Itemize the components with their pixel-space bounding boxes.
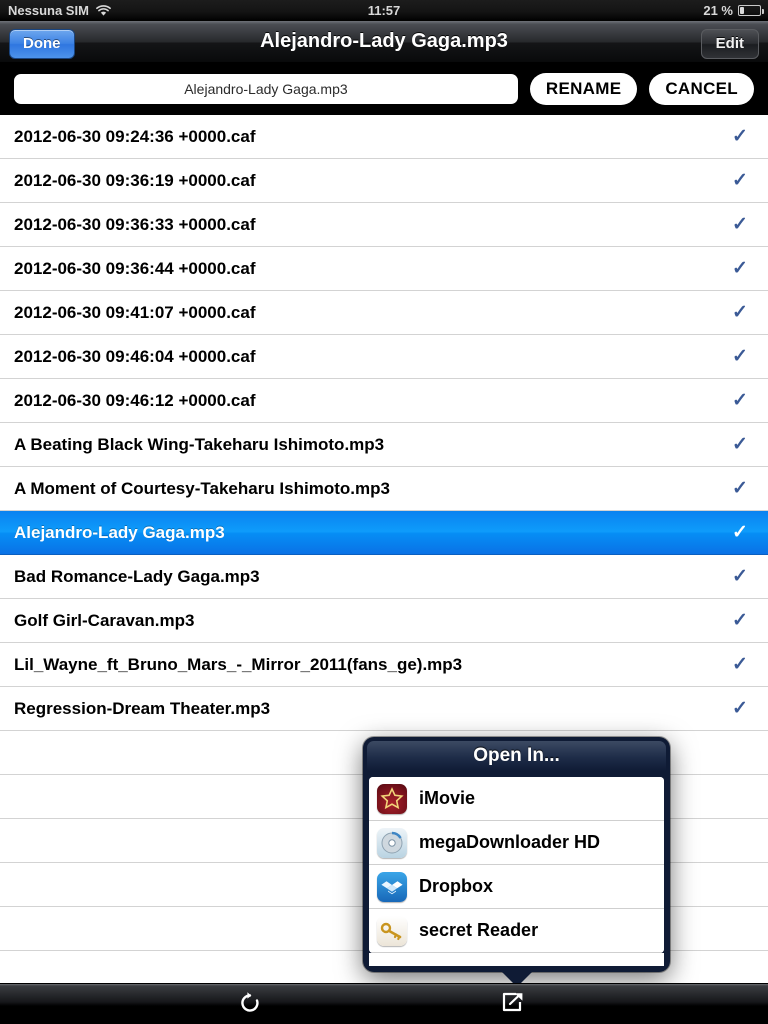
checkmark-icon[interactable]: ✓ — [726, 521, 754, 544]
table-row[interactable]: 2012-06-30 09:41:07 +0000.caf ✓ — [0, 291, 768, 335]
file-name-label: 2012-06-30 09:46:04 +0000.caf — [14, 346, 256, 366]
checkmark-icon[interactable]: ✓ — [726, 697, 754, 720]
file-name-label: 2012-06-30 09:41:07 +0000.caf — [14, 302, 256, 322]
rename-input[interactable]: Alejandro-Lady Gaga.mp3 — [14, 74, 518, 104]
file-name-label: Regression-Dream Theater.mp3 — [14, 698, 271, 718]
battery-icon — [738, 5, 764, 16]
refresh-button[interactable] — [220, 984, 280, 1024]
navigation-bar: Done Alejandro-Lady Gaga.mp3 Edit — [0, 21, 768, 63]
checkmark-icon[interactable]: ✓ — [726, 389, 754, 412]
clock-label: 11:57 — [367, 3, 401, 18]
popover-item-label: secret Reader — [419, 920, 539, 940]
share-icon — [501, 991, 525, 1018]
checkmark-icon[interactable]: ✓ — [726, 169, 754, 192]
checkmark-icon[interactable]: ✓ — [726, 213, 754, 236]
file-name-label: 2012-06-30 09:46:12 +0000.caf — [14, 390, 256, 410]
battery-percent-label: 21 % — [703, 3, 733, 18]
file-name-label: 2012-06-30 09:24:36 +0000.caf — [14, 126, 256, 146]
open-in-popover: Open In... iMovie megaDownloader HD Dropbo… — [363, 737, 670, 987]
table-row[interactable]: A Beating Black Wing-Takeharu Ishimoto.m… — [0, 423, 768, 467]
file-name-label: A Moment of Courtesy-Takeharu Ishimoto.m… — [14, 478, 390, 498]
popover-item-label: megaDownloader HD — [419, 832, 601, 852]
file-name-label: 2012-06-30 09:36:33 +0000.caf — [14, 214, 256, 234]
file-name-label: 2012-06-30 09:36:44 +0000.caf — [14, 258, 256, 278]
dropbox-app-icon — [377, 871, 407, 902]
bottom-toolbar — [0, 983, 768, 1024]
ipad-screen: Nessuna SIM 11:57 21 % Done Alejandro-La… — [0, 0, 768, 1024]
table-row[interactable]: A Moment of Courtesy-Takeharu Ishimoto.m… — [0, 467, 768, 511]
checkmark-icon[interactable]: ✓ — [726, 477, 754, 500]
checkmark-icon[interactable]: ✓ — [726, 433, 754, 456]
popover-list-item[interactable]: Dropbox — [369, 865, 664, 909]
popover-item-label: iMovie — [419, 788, 476, 808]
checkmark-icon[interactable]: ✓ — [726, 125, 754, 148]
table-row[interactable]: Regression-Dream Theater.mp3 ✓ — [0, 687, 768, 731]
table-row[interactable]: 2012-06-30 09:36:19 +0000.caf ✓ — [0, 159, 768, 203]
checkmark-icon[interactable]: ✓ — [726, 345, 754, 368]
popover-title: Open In... — [367, 741, 666, 771]
table-row[interactable]: Golf Girl-Caravan.mp3 ✓ — [0, 599, 768, 643]
popover-item-label: Dropbox — [419, 876, 493, 896]
table-row[interactable]: 2012-06-30 09:36:33 +0000.caf ✓ — [0, 203, 768, 247]
share-button[interactable] — [483, 984, 543, 1024]
rename-button[interactable]: RENAME — [529, 73, 638, 105]
table-row[interactable]: Lil_Wayne_ft_Bruno_Mars_-_Mirror_2011(fa… — [0, 643, 768, 687]
checkmark-icon[interactable]: ✓ — [726, 257, 754, 280]
table-row[interactable]: 2012-06-30 09:46:04 +0000.caf ✓ — [0, 335, 768, 379]
file-name-label: Lil_Wayne_ft_Bruno_Mars_-_Mirror_2011(fa… — [14, 654, 463, 674]
table-row[interactable]: Bad Romance-Lady Gaga.mp3 ✓ — [0, 555, 768, 599]
file-name-label: 2012-06-30 09:36:19 +0000.caf — [14, 170, 256, 190]
file-name-label: A Beating Black Wing-Takeharu Ishimoto.m… — [14, 434, 385, 454]
status-bar: Nessuna SIM 11:57 21 % — [0, 0, 768, 21]
table-row[interactable]: Alejandro-Lady Gaga.mp3 ✓ — [0, 511, 768, 555]
table-row[interactable]: 2012-06-30 09:46:12 +0000.caf ✓ — [0, 379, 768, 423]
table-row[interactable]: 2012-06-30 09:36:44 +0000.caf ✓ — [0, 247, 768, 291]
popover-list-item[interactable]: secret Reader — [369, 909, 664, 953]
checkmark-icon[interactable]: ✓ — [726, 301, 754, 324]
popover-list-item[interactable]: megaDownloader HD — [369, 821, 664, 865]
secret-reader-app-icon — [377, 915, 407, 946]
status-bar-right: 21 % — [703, 3, 764, 18]
megadownloader-app-icon — [377, 827, 407, 858]
popover-list-item[interactable]: iMovie — [369, 777, 664, 821]
edit-button[interactable]: Edit — [700, 29, 759, 59]
cancel-button[interactable]: CANCEL — [649, 73, 754, 105]
checkmark-icon[interactable]: ✓ — [726, 653, 754, 676]
checkmark-icon[interactable]: ✓ — [726, 609, 754, 632]
file-name-label: Bad Romance-Lady Gaga.mp3 — [14, 566, 260, 586]
file-name-label: Golf Girl-Caravan.mp3 — [14, 610, 195, 630]
table-row[interactable]: 2012-06-30 09:24:36 +0000.caf ✓ — [0, 115, 768, 159]
page-title: Alejandro-Lady Gaga.mp3 — [260, 30, 508, 52]
checkmark-icon[interactable]: ✓ — [726, 565, 754, 588]
imovie-app-icon — [377, 783, 407, 814]
file-name-label: Alejandro-Lady Gaga.mp3 — [14, 522, 225, 542]
rename-toolbar: Alejandro-Lady Gaga.mp3 RENAME CANCEL — [0, 63, 768, 115]
refresh-icon — [239, 990, 261, 1019]
popover-list[interactable]: iMovie megaDownloader HD Dropbox secret Rea… — [369, 777, 664, 953]
